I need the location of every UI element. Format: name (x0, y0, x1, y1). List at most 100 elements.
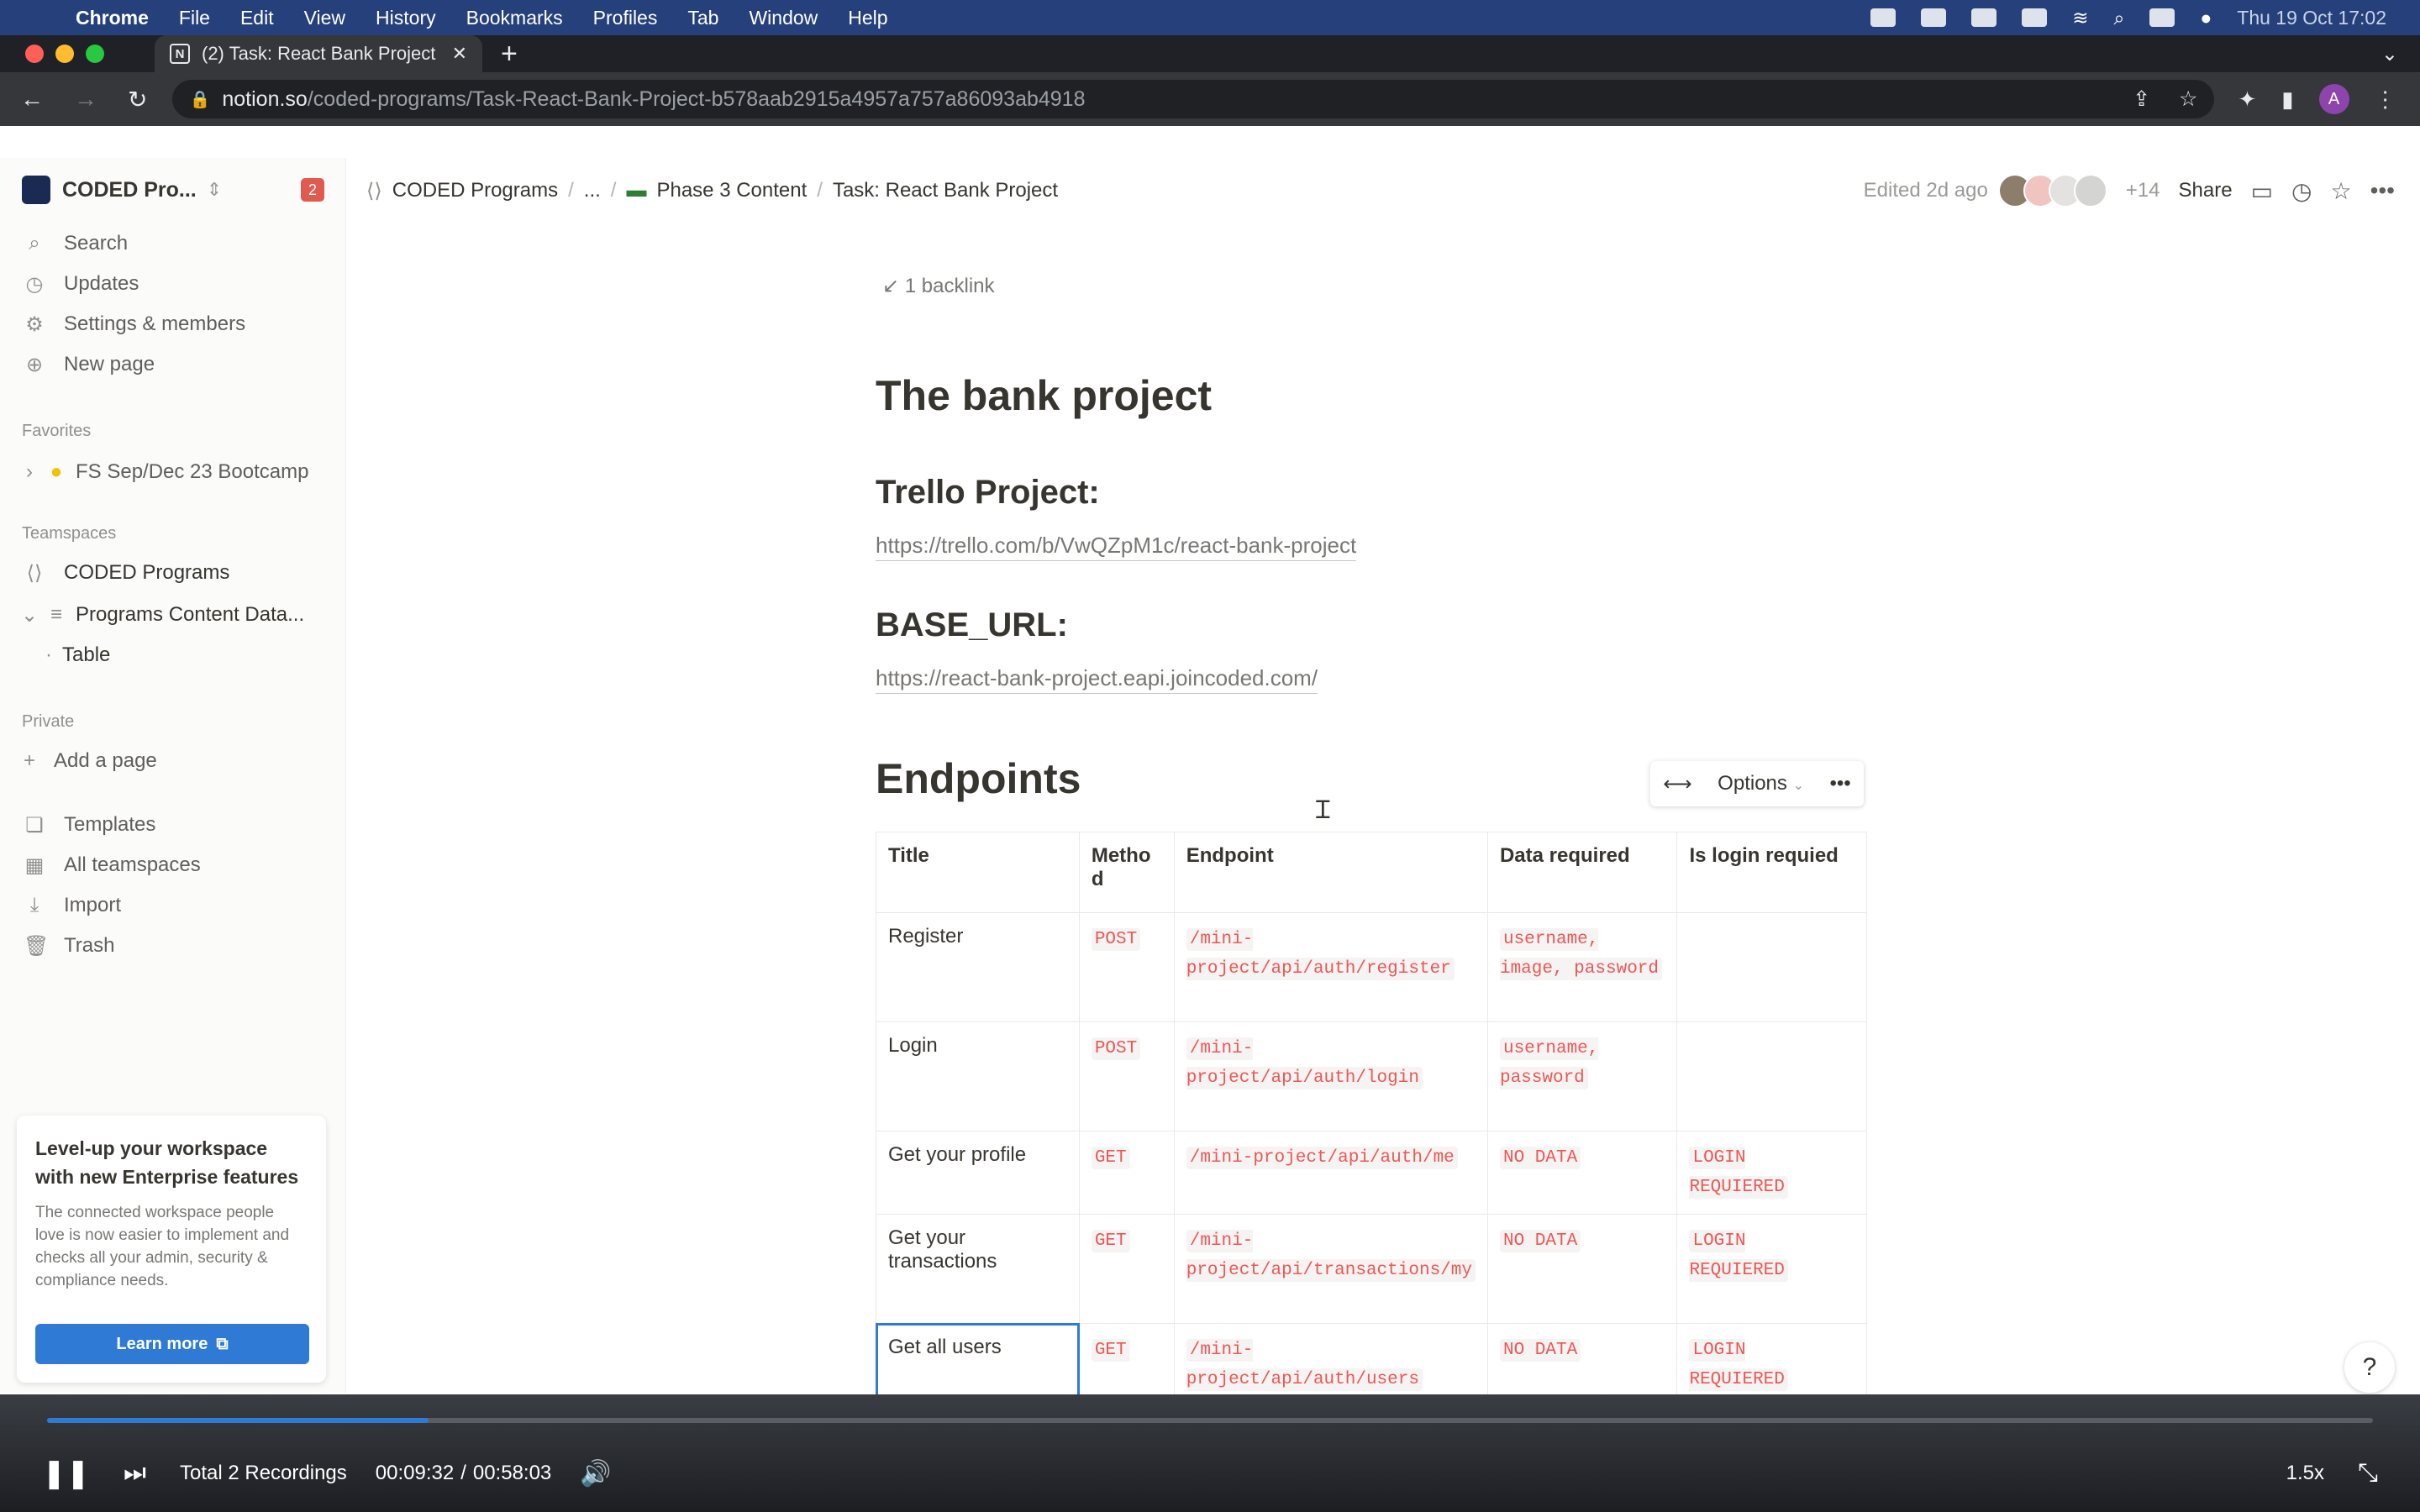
sidebar-item-search[interactable]: ⌕ Search (0, 223, 346, 264)
extensions-icon[interactable]: ✦ (2238, 87, 2256, 113)
cell-endpoint[interactable]: /mini-project/api/auth/me (1173, 1131, 1488, 1215)
bookmark-star-icon[interactable]: ☆ (2179, 87, 2197, 112)
options-button[interactable]: Options ⌄ (1718, 772, 1804, 795)
cell-endpoint[interactable]: /mini-project/api/auth/login (1173, 1021, 1488, 1131)
cell-login[interactable]: LOGIN REQUIERED (1676, 1131, 1867, 1215)
trello-link[interactable]: https://trello.com/b/VwQZpM1c/react-bank… (876, 533, 1357, 561)
sidebar-item-templates[interactable]: ❏ Templates (0, 805, 346, 845)
breadcrumb-phase-3[interactable]: Phase 3 Content (656, 179, 807, 202)
close-tab-icon[interactable]: ✕ (452, 43, 467, 65)
learn-more-button[interactable]: Learn more ⧉ (35, 1324, 309, 1364)
tab-search-chevron-icon[interactable]: ⌄ (2381, 42, 2398, 66)
next-icon[interactable]: ⏭ (124, 1459, 146, 1488)
menu-edit[interactable]: Edit (225, 7, 289, 29)
menu-view[interactable]: View (289, 7, 360, 29)
menu-history[interactable]: History (360, 7, 451, 29)
cell-data[interactable]: username, image, password (1486, 912, 1678, 1022)
favorite-star-icon[interactable]: ☆ (2330, 177, 2351, 205)
collaborator-avatars[interactable] (1997, 174, 2107, 207)
expand-width-icon[interactable]: ⟷ (1663, 772, 1691, 796)
new-tab-icon[interactable]: + (501, 38, 518, 71)
wifi-icon[interactable]: ≋ (2072, 7, 2088, 29)
more-people-count[interactable]: +14 (2126, 179, 2160, 202)
forward-icon[interactable]: → (74, 86, 97, 113)
display-icon[interactable] (1921, 8, 1947, 27)
cell-title[interactable]: Get your profile (876, 1131, 1080, 1215)
workspace-switcher[interactable]: CODED Pro... ⇕ 2 (0, 158, 346, 222)
pause-icon[interactable]: ❚❚ (42, 1457, 90, 1490)
breadcrumb-coded-programs[interactable]: CODED Programs (392, 179, 558, 202)
screen-icon[interactable] (1870, 8, 1897, 27)
profile-avatar[interactable]: A (2318, 84, 2349, 114)
minimize-window-icon[interactable] (55, 45, 74, 63)
more-options-icon[interactable]: ••• (1829, 772, 1850, 795)
sidebar-item-new-page[interactable]: ⊕ New page (0, 344, 346, 385)
clock[interactable]: Thu 19 Oct 17:02 (2237, 7, 2386, 29)
column-header-endpoint[interactable]: Endpoint (1173, 832, 1488, 913)
cell-endpoint[interactable]: /mini-project/api/auth/register (1173, 912, 1488, 1022)
zoom-window-icon[interactable] (86, 45, 104, 63)
playback-speed-button[interactable]: 1.5x (2286, 1462, 2324, 1485)
menu-tab[interactable]: Tab (672, 7, 734, 29)
siri-icon[interactable]: ● (2200, 7, 2212, 29)
share-button[interactable]: Share (2179, 179, 2233, 202)
spotlight-icon[interactable]: ⌕ (2113, 7, 2124, 29)
sidebar-item-settings[interactable]: ⚙ Settings & members (0, 304, 346, 344)
cell-method[interactable]: GET (1078, 1131, 1175, 1215)
history-icon[interactable]: ◷ (2291, 177, 2312, 205)
sidebar-item-updates[interactable]: ◷ Updates (0, 264, 346, 304)
menu-chrome[interactable]: Chrome (60, 7, 164, 29)
sidebar-item-programs-content[interactable]: ⌄ ≡ Programs Content Data... (0, 595, 346, 635)
playback-progress[interactable] (47, 1418, 2373, 1423)
close-window-icon[interactable] (25, 45, 44, 63)
sidebar-item-import[interactable]: ⤓ Import (0, 885, 346, 926)
cell-login[interactable]: LOGIN REQUIERED (1676, 1214, 1867, 1324)
sidebar-item-table[interactable]: · Table (0, 635, 346, 675)
browser-tab[interactable]: N (2) Task: React Bank Project ✕ (155, 35, 482, 72)
sidebar-item-bootcamp[interactable]: › ● FS Sep/Dec 23 Bootcamp (0, 452, 346, 492)
comment-icon[interactable]: ▭ (2251, 177, 2273, 205)
column-header-method[interactable]: Metho d (1078, 832, 1175, 913)
base-url-link[interactable]: https://react-bank-project.eapi.joincode… (876, 665, 1318, 694)
chevron-down-icon[interactable]: ⌄ (18, 603, 40, 627)
heading-trello[interactable]: Trello Project: (876, 474, 1100, 512)
menu-profiles[interactable]: Profiles (578, 7, 673, 29)
cell-endpoint[interactable]: /mini-project/api/transactions/my (1173, 1214, 1488, 1324)
control-center-icon[interactable] (2149, 8, 2175, 27)
sidebar-item-trash[interactable]: 🗑 Trash (0, 926, 346, 966)
help-button[interactable]: ? (2344, 1342, 2395, 1393)
cell-login[interactable] (1676, 1021, 1867, 1131)
sidebar-item-all-teamspaces[interactable]: ▦ All teamspaces (0, 845, 346, 885)
cell-data[interactable]: NO DATA (1486, 1131, 1678, 1215)
omnibox[interactable]: 🔒 notion.so/coded-programs/Task-React-Ba… (172, 80, 2215, 118)
cell-title[interactable]: Login (876, 1021, 1080, 1131)
menu-file[interactable]: File (164, 7, 225, 29)
lock-icon[interactable]: 🔒 (189, 89, 210, 110)
heading-bank-project[interactable]: The bank project (876, 371, 1212, 420)
back-icon[interactable]: ← (20, 86, 44, 113)
cell-method[interactable]: POST (1078, 912, 1175, 1022)
sidebar-item-coded-programs[interactable]: ⟨⟩ CODED Programs (0, 553, 346, 593)
battery-icon[interactable] (2022, 8, 2048, 27)
column-header-title[interactable]: Title (876, 832, 1080, 913)
breadcrumb-current-page[interactable]: Task: React Bank Project (833, 179, 1058, 202)
volume-icon[interactable]: 🔊 (580, 1459, 611, 1488)
more-options-icon[interactable]: ••• (2370, 177, 2395, 204)
breadcrumb-ellipsis[interactable]: ... (584, 179, 601, 202)
cell-data[interactable]: username, password (1486, 1021, 1678, 1131)
heading-base-url[interactable]: BASE_URL: (876, 606, 1068, 644)
fullscreen-icon[interactable]: ⤡ (2358, 1459, 2378, 1488)
backlink-button[interactable]: ↙ 1 backlink (882, 274, 995, 298)
column-header-login[interactable]: Is login requied (1676, 832, 1867, 913)
chrome-menu-icon[interactable]: ⋮ (2375, 87, 2396, 113)
cell-title[interactable]: Register (876, 912, 1080, 1022)
cell-title[interactable]: Get your transactions (876, 1214, 1080, 1324)
cell-method[interactable]: POST (1078, 1021, 1175, 1131)
add-page-button[interactable]: + Add a page (0, 741, 346, 781)
menu-bookmarks[interactable]: Bookmarks (451, 7, 578, 29)
volume-icon[interactable] (1971, 8, 1997, 27)
heading-endpoints[interactable]: Endpoints (876, 754, 1081, 803)
side-panel-icon[interactable]: ▮ (2281, 87, 2293, 113)
cell-method[interactable]: GET (1078, 1214, 1175, 1324)
menu-help[interactable]: Help (833, 7, 902, 29)
